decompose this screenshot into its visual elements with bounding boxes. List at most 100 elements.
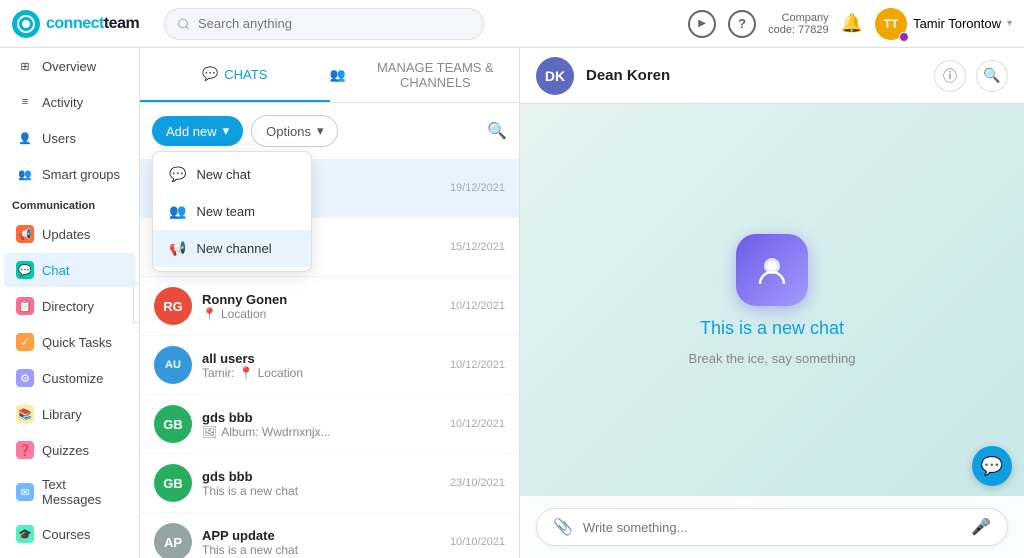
- activity-icon: ≡: [16, 93, 34, 111]
- customize-icon: ⚙: [16, 369, 34, 387]
- sidebar-item-users[interactable]: 👤 Users: [4, 121, 135, 155]
- logo-text: connectteam: [46, 15, 139, 33]
- add-new-feature-button[interactable]: + Add new feature: [0, 552, 139, 558]
- tab-chats[interactable]: 💬 CHATS: [140, 48, 330, 102]
- header-actions: ▶ ? Company code: 77829 🔔 TT Tamir Toron…: [688, 8, 1012, 40]
- attachment-icon[interactable]: 📎: [553, 517, 573, 537]
- new-channel-option[interactable]: 📢 New channel: [153, 230, 311, 267]
- microphone-icon[interactable]: 🎤: [971, 517, 991, 537]
- chats-tabs: 💬 CHATS 👥 MANAGE TEAMS & CHANNELS: [140, 48, 519, 103]
- album-icon: 🖼: [202, 425, 217, 439]
- avatar: TT: [875, 8, 907, 40]
- chat-header-name: Dean Koren: [586, 67, 922, 84]
- chat-message-input[interactable]: [583, 520, 961, 535]
- sidebar-item-smart-groups[interactable]: 👥 Smart groups: [4, 157, 135, 191]
- courses-icon: 🎓: [16, 525, 34, 543]
- tab-manage-teams[interactable]: 👥 MANAGE TEAMS & CHANNELS: [330, 48, 520, 102]
- new-chat-title: This is a new chat: [700, 318, 844, 339]
- sidebar-item-quizzes[interactable]: ❓ Quizzes: [4, 433, 135, 467]
- chat-header-actions: ⓘ 🔍: [934, 60, 1008, 92]
- sidebar-item-overview[interactable]: ⊞ Overview: [4, 49, 135, 83]
- chats-panel: 💬 CHATS 👥 MANAGE TEAMS & CHANNELS Add ne…: [140, 48, 520, 558]
- new-channel-menu-icon: 📢: [169, 240, 186, 257]
- options-button[interactable]: Options ▾: [251, 115, 338, 147]
- sidebar-toggle-button[interactable]: ◀: [133, 283, 140, 323]
- play-button[interactable]: ▶: [688, 10, 716, 38]
- sidebar-item-chat[interactable]: 💬 Chat: [4, 253, 135, 287]
- chat-header: DK Dean Koren ⓘ 🔍: [520, 48, 1024, 104]
- chat-list-header: Add new ▾ Options ▾ 🔍 💬 New chat 👥: [140, 103, 519, 159]
- chat-info: APP update This is a new chat: [202, 528, 440, 557]
- company-info: Company code: 77829: [768, 12, 829, 36]
- chat-info: gds bbb This is a new chat: [202, 469, 440, 498]
- chat-avatar: RG: [154, 287, 192, 325]
- chat-tab-icon: 💬: [202, 66, 218, 82]
- chat-input-wrap: 📎 🎤: [520, 496, 1024, 558]
- new-chat-subtitle: Break the ice, say something: [689, 351, 856, 366]
- chat-avatar: AU: [154, 346, 192, 384]
- search-icon: [177, 17, 190, 31]
- user-name: Tamir Torontow: [913, 16, 1001, 31]
- add-new-dropdown: 💬 New chat 👥 New team 📢 New channel: [152, 151, 312, 272]
- content-area: 💬 CHATS 👥 MANAGE TEAMS & CHANNELS Add ne…: [140, 48, 1024, 558]
- floating-chat-button[interactable]: 💬: [972, 446, 1012, 486]
- updates-icon: 📢: [16, 225, 34, 243]
- main-layout: ◀ ⊞ Overview ≡ Activity 👤 Users 👥 Smart …: [0, 48, 1024, 558]
- new-chat-menu-icon: 💬: [169, 166, 186, 183]
- manage-tab-icon: 👥: [330, 67, 346, 83]
- users-icon: 👤: [16, 129, 34, 147]
- chat-item[interactable]: AP APP update This is a new chat 10/10/2…: [140, 513, 519, 558]
- notification-button[interactable]: 🔔: [841, 13, 863, 34]
- location-pin-icon: 📍: [202, 307, 217, 321]
- chat-item[interactable]: GB gds bbb 🖼 Album: Wwdrnxnjx... 10/12/2…: [140, 395, 519, 454]
- chat-item[interactable]: AU all users Tamir: 📍 Location 10/12/202…: [140, 336, 519, 395]
- app-header: connectteam ▶ ? Company code: 77829 🔔 TT…: [0, 0, 1024, 48]
- chat-header-avatar: DK: [536, 57, 574, 95]
- info-button[interactable]: ⓘ: [934, 60, 966, 92]
- chat-info: all users Tamir: 📍 Location: [202, 351, 440, 380]
- sidebar-item-quick-tasks[interactable]: ✓ Quick Tasks: [4, 325, 135, 359]
- chat-info: gds bbb 🖼 Album: Wwdrnxnjx...: [202, 410, 440, 439]
- quizzes-icon: ❓: [16, 441, 34, 459]
- new-team-menu-icon: 👥: [169, 203, 186, 220]
- chat-messages: This is a new chat Break the ice, say so…: [520, 104, 1024, 496]
- sidebar-item-updates[interactable]: 📢 Updates: [4, 217, 135, 251]
- chat-avatar: GB: [154, 464, 192, 502]
- search-chat-icon[interactable]: 🔍: [487, 121, 507, 141]
- directory-icon: 📋: [16, 297, 34, 315]
- search-in-chat-button[interactable]: 🔍: [976, 60, 1008, 92]
- options-chevron-icon: ▾: [317, 123, 324, 139]
- smart-groups-icon: 👥: [16, 165, 34, 183]
- chevron-down-icon: ▾: [1007, 18, 1012, 29]
- chat-area: DK Dean Koren ⓘ 🔍 This is a new chat: [520, 48, 1024, 558]
- chat-info: Ronny Gonen 📍 Location: [202, 292, 440, 321]
- sidebar: ◀ ⊞ Overview ≡ Activity 👤 Users 👥 Smart …: [0, 48, 140, 558]
- search-input[interactable]: [198, 16, 471, 31]
- chat-icon: 💬: [16, 261, 34, 279]
- sidebar-item-activity[interactable]: ≡ Activity: [4, 85, 135, 119]
- help-button[interactable]: ?: [728, 10, 756, 38]
- sidebar-item-directory[interactable]: 📋 Directory: [4, 289, 135, 323]
- sidebar-item-customize[interactable]: ⚙ Customize: [4, 361, 135, 395]
- user-avatar-wrap[interactable]: TT Tamir Torontow ▾: [875, 8, 1012, 40]
- text-messages-icon: ✉: [16, 483, 34, 501]
- chat-avatar: GB: [154, 405, 192, 443]
- app-logo: connectteam: [12, 10, 152, 38]
- chat-input-container: 📎 🎤: [536, 508, 1008, 546]
- chat-item[interactable]: RG Ronny Gonen 📍 Location 10/12/2021: [140, 277, 519, 336]
- chat-avatar: AP: [154, 523, 192, 558]
- grid-icon: ⊞: [16, 57, 34, 75]
- search-bar[interactable]: [164, 8, 484, 40]
- sidebar-item-text-messages[interactable]: ✉ Text Messages: [4, 469, 135, 515]
- chat-item[interactable]: GB gds bbb This is a new chat 23/10/2021: [140, 454, 519, 513]
- sidebar-item-courses[interactable]: 🎓 Courses: [4, 517, 135, 551]
- communication-section-label: Communication: [0, 192, 139, 216]
- sidebar-item-library[interactable]: 📚 Library: [4, 397, 135, 431]
- chevron-down-icon: ▾: [223, 123, 230, 139]
- new-chat-illustration: [736, 234, 808, 306]
- logo-icon: [12, 10, 40, 38]
- new-chat-option[interactable]: 💬 New chat: [153, 156, 311, 193]
- new-team-option[interactable]: 👥 New team: [153, 193, 311, 230]
- add-new-button[interactable]: Add new ▾: [152, 116, 243, 146]
- avatar-badge: [899, 32, 909, 42]
